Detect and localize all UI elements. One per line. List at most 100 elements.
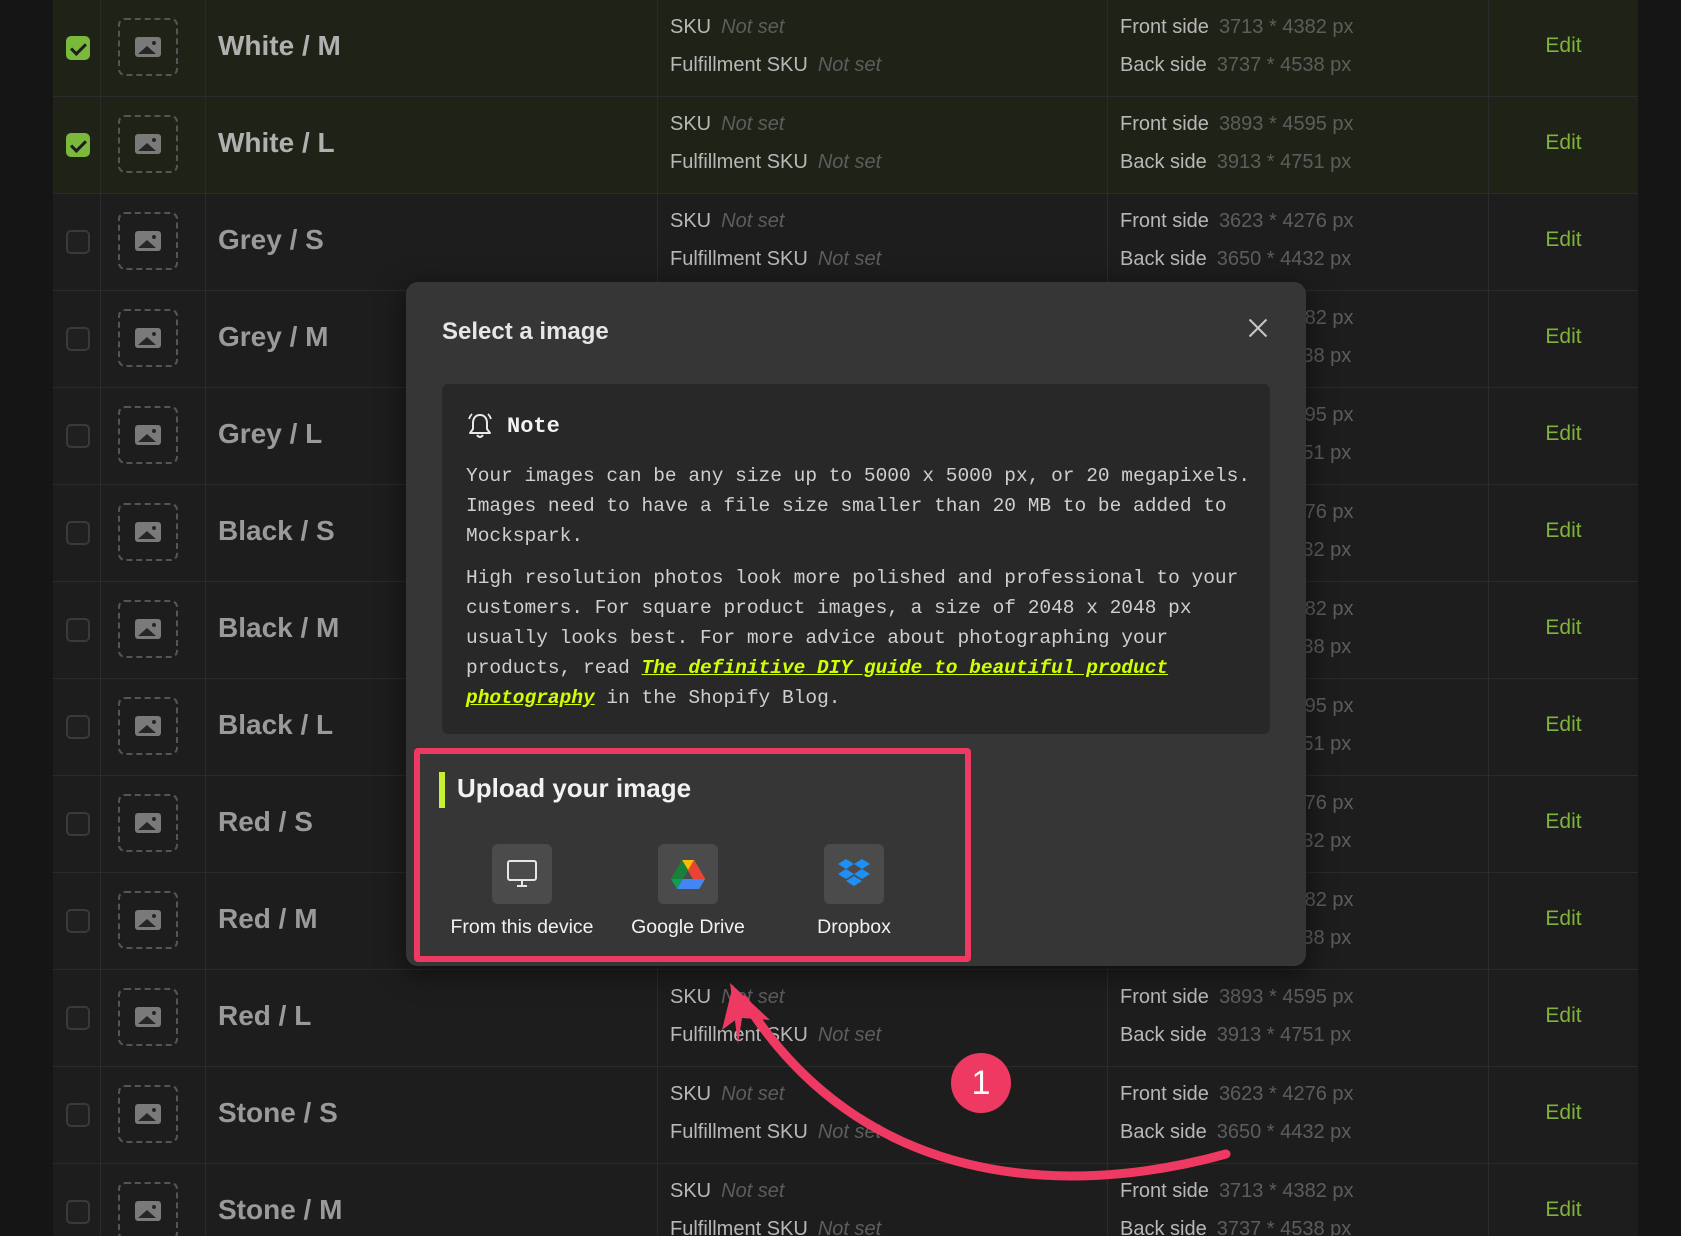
image-placeholder[interactable] — [118, 309, 178, 367]
variant-name: Black / M — [218, 612, 340, 643]
image-placeholder[interactable] — [118, 988, 178, 1046]
image-placeholder[interactable] — [118, 891, 178, 949]
from-this-device-button[interactable]: From this device — [437, 844, 607, 939]
image-placeholder[interactable] — [118, 794, 178, 852]
sku-value: Not set — [721, 210, 785, 232]
edit-link[interactable]: Edit — [1489, 422, 1638, 446]
close-icon[interactable] — [1242, 312, 1274, 344]
image-placeholder[interactable] — [118, 1085, 178, 1143]
checkbox-cell — [53, 1164, 101, 1236]
fulfillment-sku-value: Not set — [817, 1121, 882, 1143]
image-placeholder[interactable] — [118, 697, 178, 755]
row-checkbox[interactable] — [66, 1006, 90, 1030]
row-checkbox[interactable] — [66, 618, 90, 642]
checkbox-cell — [53, 485, 101, 581]
checkbox-cell — [53, 388, 101, 484]
row-checkbox[interactable] — [66, 36, 90, 60]
note-size-text: Your images can be any size up to 5000 x… — [466, 465, 1251, 547]
back-side-value: 3650 * 4432 px — [1216, 248, 1352, 270]
image-placeholder[interactable] — [118, 212, 178, 270]
thumbnail-cell — [101, 97, 206, 193]
variant-name-cell: Red / L — [206, 970, 658, 1066]
row-checkbox[interactable] — [66, 1103, 90, 1127]
thumbnail-cell — [101, 776, 206, 872]
edit-link[interactable]: Edit — [1489, 810, 1638, 834]
edit-cell: Edit — [1489, 291, 1638, 387]
back-side-value: 3737 * 4538 px — [1216, 1218, 1352, 1236]
sku-cell: SKU Not set Fulfillment SKU Not set — [658, 194, 1108, 290]
sku-cell: SKU Not set Fulfillment SKU Not set — [658, 0, 1108, 96]
row-checkbox[interactable] — [66, 424, 90, 448]
variant-name-cell: Stone / M — [206, 1164, 658, 1236]
dimensions-cell: Front side 3623 * 4276 px Back side 3650 * … — [1108, 194, 1489, 290]
fulfillment-sku-label: Fulfillment SKU — [670, 151, 808, 173]
image-placeholder[interactable] — [118, 406, 178, 464]
back-side-value: 3913 * 4751 px — [1216, 1024, 1352, 1046]
fulfillment-sku-label: Fulfillment SKU — [670, 54, 808, 76]
sku-label: SKU — [670, 16, 712, 38]
edit-cell: Edit — [1489, 97, 1638, 193]
back-side-value: 3737 * 4538 px — [1216, 54, 1352, 76]
edit-link[interactable]: Edit — [1489, 713, 1638, 737]
row-checkbox[interactable] — [66, 909, 90, 933]
front-side-value: 3713 * 4382 px — [1218, 1180, 1354, 1202]
edit-link[interactable]: Edit — [1489, 519, 1638, 543]
row-checkbox[interactable] — [66, 133, 90, 157]
variant-name: Black / L — [218, 709, 334, 740]
edit-link[interactable]: Edit — [1489, 1101, 1638, 1125]
checkbox-cell — [53, 194, 101, 290]
dropbox-icon — [838, 859, 870, 886]
note-panel: Note Your images can be any size up to 5… — [442, 384, 1270, 734]
sku-cell: SKU Not set Fulfillment SKU Not set — [658, 97, 1108, 193]
image-icon — [135, 37, 161, 57]
back-side-label: Back side — [1120, 151, 1207, 173]
dimensions-cell: Front side 3893 * 4595 px Back side 3913 * … — [1108, 97, 1489, 193]
edit-cell: Edit — [1489, 1067, 1638, 1163]
edit-link[interactable]: Edit — [1489, 1198, 1638, 1222]
fulfillment-sku-label: Fulfillment SKU — [670, 1024, 808, 1046]
row-checkbox[interactable] — [66, 1200, 90, 1224]
dropbox-label: Dropbox — [817, 916, 891, 938]
edit-link[interactable]: Edit — [1489, 616, 1638, 640]
fulfillment-sku-label: Fulfillment SKU — [670, 1218, 808, 1236]
bell-icon — [468, 413, 492, 438]
image-placeholder[interactable] — [118, 600, 178, 658]
variant-row: Grey / S SKU Not set Fulfillment SKU Not set… — [53, 194, 1638, 291]
edit-link[interactable]: Edit — [1489, 34, 1638, 58]
step-badge: 1 — [951, 1053, 1011, 1113]
image-icon — [135, 813, 161, 833]
edit-link[interactable]: Edit — [1489, 325, 1638, 349]
image-placeholder[interactable] — [118, 503, 178, 561]
dimensions-cell: Front side 3623 * 4276 px Back side 3650 * … — [1108, 1067, 1489, 1163]
sku-value: Not set — [721, 16, 785, 38]
thumbnail-cell — [101, 388, 206, 484]
front-side-label: Front side — [1120, 1180, 1209, 1202]
image-placeholder[interactable] — [118, 18, 178, 76]
dropbox-button[interactable]: Dropbox — [769, 844, 939, 939]
row-checkbox[interactable] — [66, 327, 90, 351]
from-this-device-label: From this device — [450, 916, 594, 938]
edit-link[interactable]: Edit — [1489, 907, 1638, 931]
back-side-label: Back side — [1120, 54, 1207, 76]
dimensions-cell: Front side 3713 * 4382 px Back side 3737 * … — [1108, 1164, 1489, 1236]
row-checkbox[interactable] — [66, 521, 90, 545]
google-drive-button[interactable]: Google Drive — [603, 844, 773, 939]
edit-link[interactable]: Edit — [1489, 131, 1638, 155]
image-placeholder[interactable] — [118, 1182, 178, 1236]
variant-name: Black / S — [218, 515, 335, 546]
row-checkbox[interactable] — [66, 230, 90, 254]
image-placeholder[interactable] — [118, 115, 178, 173]
note-advice-after: in the Shopify Blog. — [594, 687, 841, 709]
image-icon — [135, 134, 161, 154]
edit-link[interactable]: Edit — [1489, 1004, 1638, 1028]
edit-link[interactable]: Edit — [1489, 228, 1638, 252]
row-checkbox[interactable] — [66, 715, 90, 739]
image-icon — [135, 716, 161, 736]
back-side-label: Back side — [1120, 248, 1207, 270]
edit-cell: Edit — [1489, 679, 1638, 775]
variant-name: White / M — [218, 30, 341, 61]
back-side-label: Back side — [1120, 1218, 1207, 1236]
variant-row: White / L SKU Not set Fulfillment SKU Not se… — [53, 97, 1638, 194]
edit-cell: Edit — [1489, 194, 1638, 290]
row-checkbox[interactable] — [66, 812, 90, 836]
